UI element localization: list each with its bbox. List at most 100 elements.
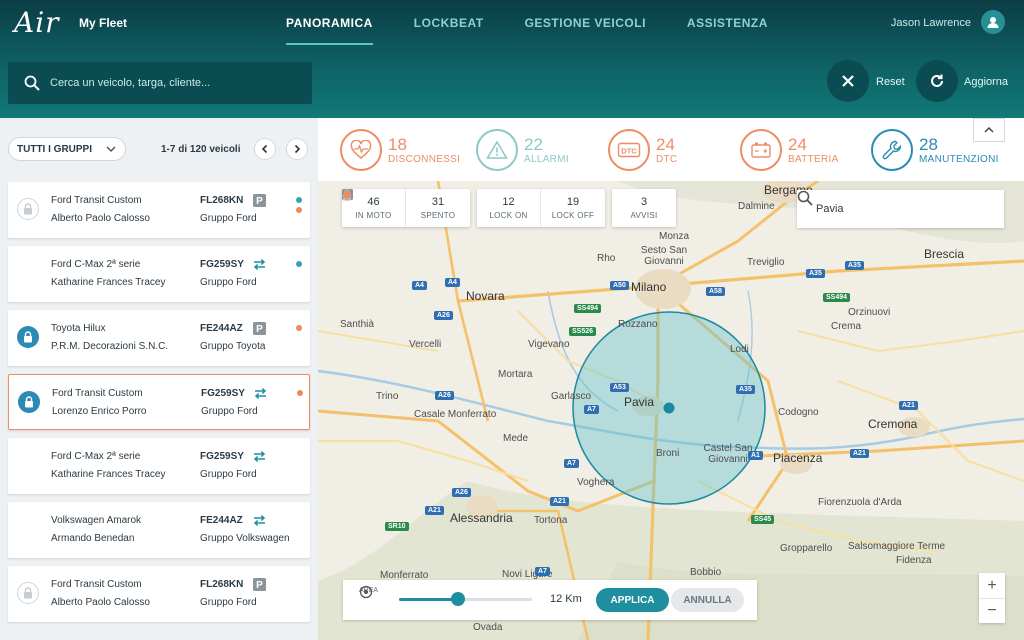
apply-button[interactable]: APPLICA <box>596 588 669 612</box>
vehicle-driver: P.R.M. Decorazioni S.N.C. <box>51 341 169 352</box>
prev-page-button[interactable] <box>254 138 276 160</box>
map-place-label: Codogno <box>778 407 819 418</box>
zoom-out-button[interactable]: − <box>979 598 1005 623</box>
alert-dot <box>296 207 302 213</box>
vehicle-plate: FG259SY <box>201 388 245 399</box>
svg-text:P: P <box>256 324 263 335</box>
nav-tab-panoramica[interactable]: PANORAMICA <box>286 16 373 45</box>
road-badge: SS494 <box>823 293 851 302</box>
parking-icon: P <box>253 578 266 591</box>
next-page-button[interactable] <box>286 138 308 160</box>
area-tool[interactable]: AREA <box>359 585 378 599</box>
lock-off-badge[interactable] <box>17 198 39 220</box>
refresh-button[interactable] <box>916 60 958 102</box>
map-place-label: Monza <box>659 231 690 242</box>
vehicle-card[interactable]: Ford Transit Custom Lorenzo Enrico Porro F… <box>8 374 310 430</box>
vehicle-plate: FE244AZ <box>200 323 243 334</box>
road-badge: A35 <box>845 261 864 270</box>
lock-off-badge[interactable] <box>17 582 39 604</box>
lock-on-badge[interactable] <box>18 391 40 413</box>
map-place-label: Vercelli <box>409 339 442 350</box>
chip-value: 31 <box>431 196 445 208</box>
map-place-label: Voghera <box>577 477 615 488</box>
vehicle-card[interactable]: Ford Transit Custom Alberto Paolo Calosso… <box>8 566 310 622</box>
radius-slider[interactable] <box>399 592 532 606</box>
vehicle-card[interactable]: Ford C-Max 2ª serie Katharine Frances Tra… <box>8 438 310 494</box>
refresh-label[interactable]: Aggiorna <box>964 76 1008 88</box>
map-place-label: Gropparello <box>780 543 833 554</box>
chip-lock-off[interactable]: 19 LOCK OFF <box>343 189 605 227</box>
vehicle-driver: Katharine Frances Tracey <box>51 469 166 480</box>
stats-bar: 18 DISCONNESSI 22 ALLARMI DTC 24 DTC 24 … <box>318 118 1024 181</box>
arrows-swap-icon <box>253 259 266 270</box>
heart-pulse-icon <box>340 129 382 171</box>
vehicle-group: Gruppo Ford <box>200 469 257 480</box>
chip-value: 46 <box>367 196 380 208</box>
chip-off[interactable]: P 31 SPENTO <box>342 189 470 227</box>
road-badge: A35 <box>736 385 755 394</box>
reset-button[interactable] <box>827 60 869 102</box>
nav-tab-assistenza[interactable]: ASSISTENZA <box>687 16 768 30</box>
vehicle-group: Gruppo Toyota <box>200 341 266 352</box>
reset-label[interactable]: Reset <box>876 76 905 88</box>
map-search-input[interactable] <box>816 203 976 215</box>
nav-tab-lockbeat[interactable]: LOCKBEAT <box>414 16 484 30</box>
zoom-in-button[interactable]: + <box>979 573 1005 598</box>
fleet-map[interactable]: Bergamo Dalmine Monza Sesto San Giovanni Rho… <box>318 181 1024 640</box>
alert-dot <box>296 261 302 267</box>
vehicle-card[interactable]: Ford Transit Custom Alberto Paolo Calosso… <box>8 182 310 238</box>
global-search <box>8 62 312 104</box>
chip-alerts[interactable]: 3 AVVISI <box>342 189 676 227</box>
chip-value: 3 <box>640 196 648 208</box>
road-badge: A4 <box>445 278 460 287</box>
app-logo[interactable]: Air <box>14 6 60 39</box>
vehicle-plate: FG259SY <box>200 259 244 270</box>
top-header: Air My Fleet PANORAMICA LOCKBEAT GESTION… <box>0 0 1024 118</box>
vehicle-group: Gruppo Ford <box>200 597 257 608</box>
stat-alarms[interactable]: 22 ALLARMI <box>476 128 569 172</box>
vehicle-plate: FE244AZ <box>200 515 243 526</box>
road-badge: A7 <box>564 459 579 468</box>
chip-value: 12 <box>502 196 515 208</box>
chip-label: LOCK OFF <box>551 211 595 220</box>
cancel-button[interactable]: ANNULLA <box>671 588 744 612</box>
group-filter-value: TUTTI I GRUPPI <box>17 143 92 155</box>
stat-battery[interactable]: 24 BATTERIA <box>740 128 839 172</box>
svg-text:DTC: DTC <box>621 147 637 156</box>
user-avatar[interactable] <box>981 10 1005 34</box>
chip-lock-on[interactable]: 12 LOCK ON <box>343 189 541 227</box>
chip-group-engine: 46 IN MOTO P 31 SPENTO <box>342 189 470 227</box>
main-nav: PANORAMICA LOCKBEAT GESTIONE VEICOLI ASS… <box>286 16 809 45</box>
lock-on-badge[interactable] <box>17 326 39 348</box>
parking-icon: P <box>253 194 266 207</box>
stat-label: MANUTENZIONI <box>919 153 999 165</box>
radius-slider-handle[interactable] <box>450 592 465 606</box>
battery-icon <box>740 129 782 171</box>
nav-tab-gestione-veicoli[interactable]: GESTIONE VEICOLI <box>525 16 646 30</box>
map-place-label: Piacenza <box>773 451 823 465</box>
group-filter-select[interactable]: TUTTI I GRUPPI <box>8 137 126 161</box>
vehicle-model: Ford C-Max 2ª serie <box>51 259 141 270</box>
target-icon <box>359 585 373 599</box>
vehicle-group: Gruppo Volkswagen <box>200 533 290 544</box>
zoom-control: + − <box>979 573 1005 623</box>
vehicle-card[interactable]: Volkswagen Amarok Armando Benedan FE244AZ G… <box>8 502 310 558</box>
chip-label: LOCK ON <box>489 211 528 220</box>
pagination-info: 1-7 di 120 veicoli <box>161 144 241 155</box>
stat-value: 24 <box>656 134 675 154</box>
vehicle-card[interactable]: Toyota Hilux P.R.M. Decorazioni S.N.C. FE2… <box>8 310 310 366</box>
stat-dtc[interactable]: DTC 24 DTC <box>608 128 677 172</box>
parking-icon: P <box>253 322 266 335</box>
vehicle-driver: Katharine Frances Tracey <box>51 277 166 288</box>
vehicle-driver: Alberto Paolo Calosso <box>51 213 150 224</box>
vehicle-model: Ford Transit Custom <box>51 579 142 590</box>
search-input[interactable] <box>50 77 300 89</box>
user-name[interactable]: Jason Lawrence <box>891 17 971 29</box>
map-place-label: Rozzano <box>618 319 658 330</box>
map-place-label: Garlasco <box>551 391 592 402</box>
unlock-icon <box>24 203 32 215</box>
map-place-label: Santhià <box>340 319 374 330</box>
collapse-stats-button[interactable] <box>973 118 1005 142</box>
vehicle-card[interactable]: Ford C-Max 2ª serie Katharine Frances Tra… <box>8 246 310 302</box>
stat-disconnected[interactable]: 18 DISCONNESSI <box>340 128 460 172</box>
